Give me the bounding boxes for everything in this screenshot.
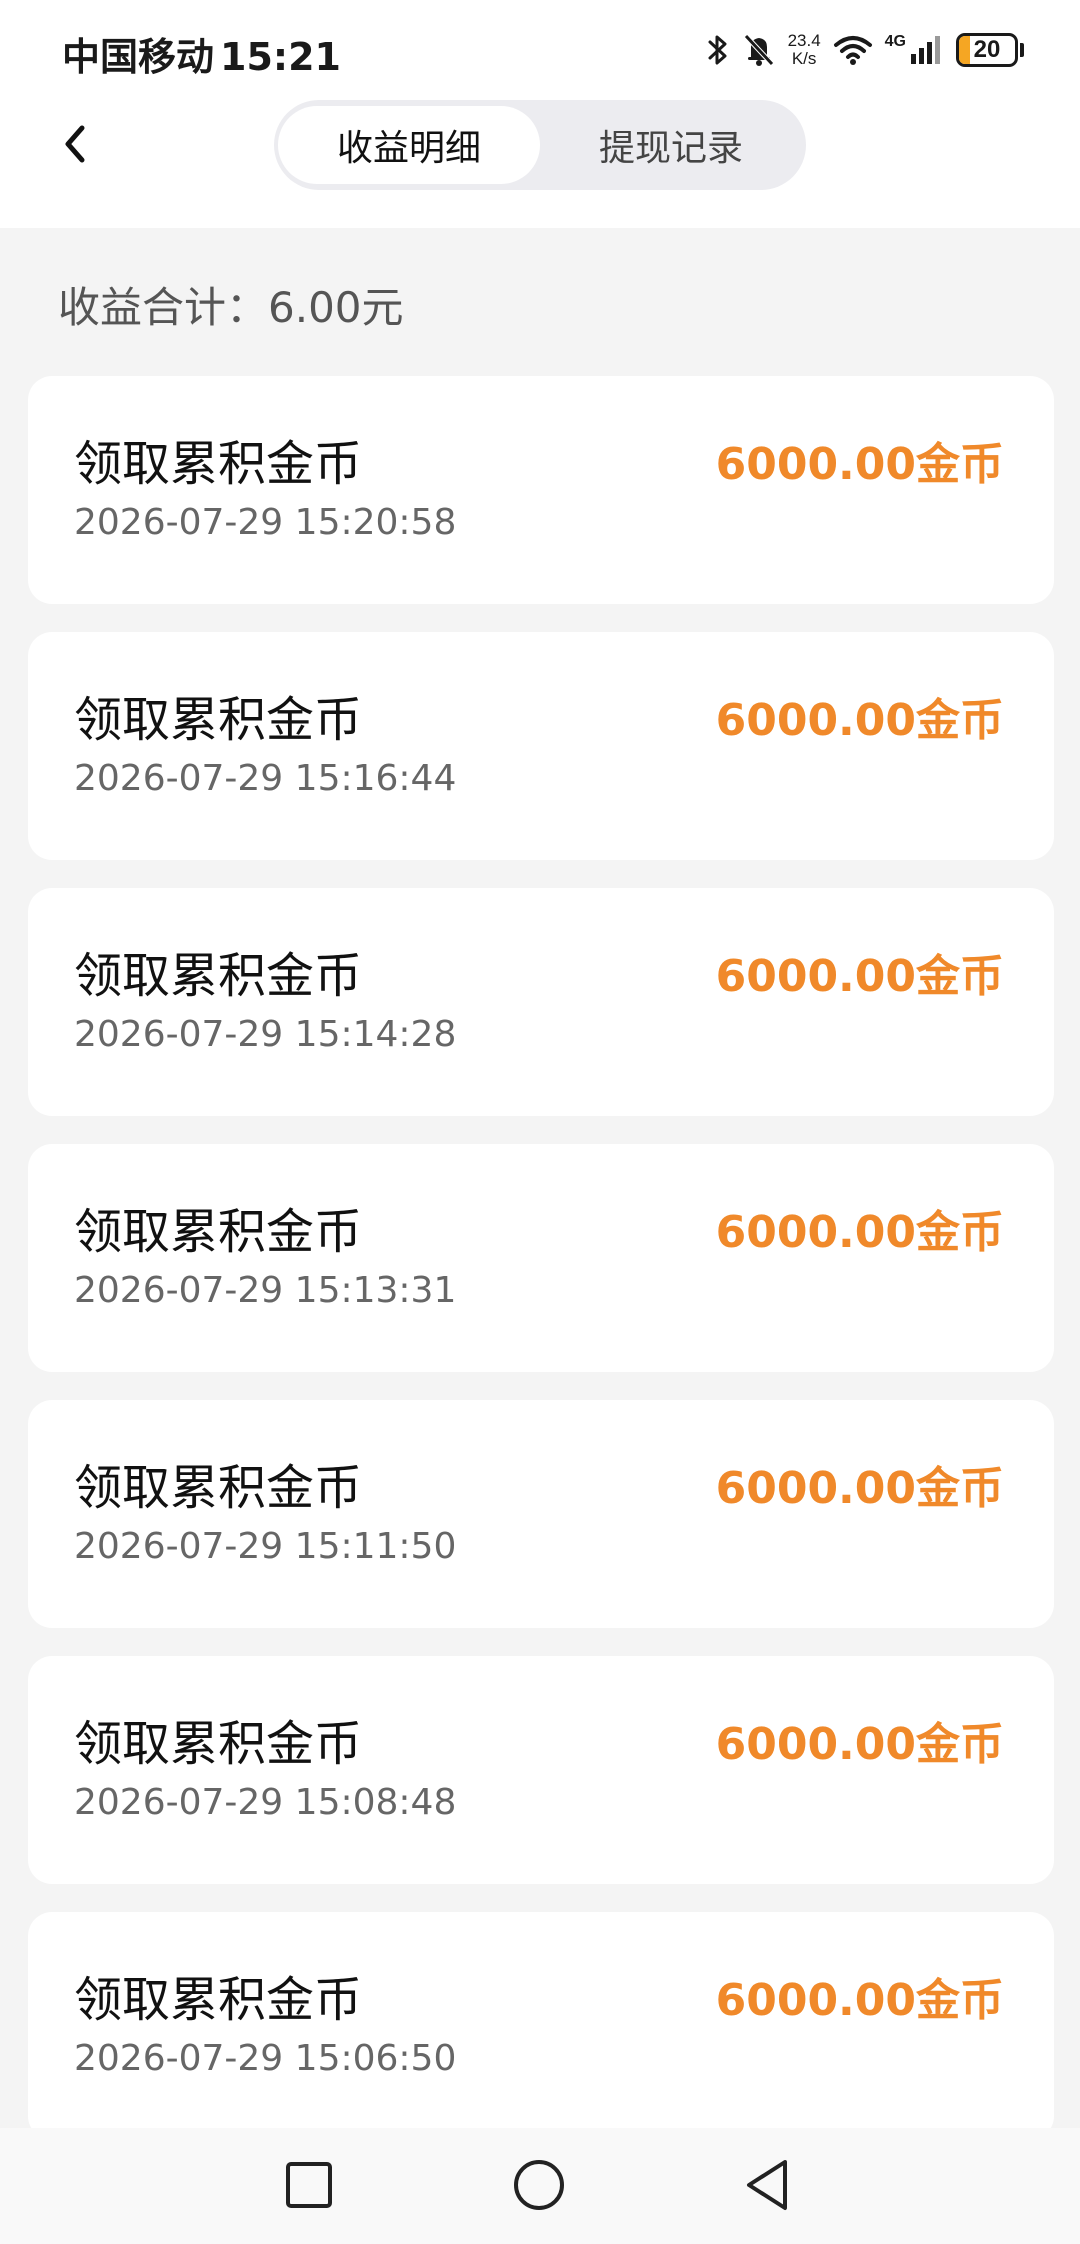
- carrier-time: 中国移动 15:21: [62, 26, 341, 81]
- recents-icon: [284, 2160, 334, 2214]
- record-amount: 6000.00金币: [715, 695, 1004, 746]
- record-title: 领取累积金币: [74, 1972, 363, 2028]
- record-time: 2026-07-29 15:13:31: [74, 1270, 457, 1311]
- home-button[interactable]: [504, 2152, 574, 2222]
- bluetooth-icon: [706, 32, 730, 68]
- nav-header: 收益明细 提现记录: [0, 100, 1080, 228]
- tab-earnings-detail[interactable]: 收益明细: [278, 106, 540, 184]
- record-amount: 6000.00金币: [715, 439, 1004, 490]
- tab-withdrawal-records[interactable]: 提现记录: [540, 106, 802, 184]
- status-bar: 中国移动 15:21 23.4 K/s 4G 20: [0, 0, 1080, 100]
- battery-indicator: 20: [956, 33, 1024, 67]
- back-button[interactable]: [44, 114, 108, 178]
- back-triangle-icon: [741, 2157, 793, 2217]
- battery-icon: 20: [956, 33, 1018, 67]
- network-speed-unit: K/s: [791, 49, 817, 68]
- record-time: 2026-07-29 15:08:48: [74, 1782, 457, 1823]
- record-card: 领取累积金币 2026-07-29 15:08:48 6000.00金币: [28, 1656, 1054, 1884]
- record-time: 2026-07-29 15:06:50: [74, 2038, 457, 2079]
- record-title: 领取累积金币: [74, 948, 363, 1004]
- battery-level: 20: [973, 36, 1001, 63]
- tab-switcher: 收益明细 提现记录: [274, 100, 806, 190]
- network-type: 4G: [884, 33, 906, 50]
- clock: 15:21: [220, 35, 341, 79]
- record-card: 领取累积金币 2026-07-29 15:06:50 6000.00金币: [28, 1912, 1054, 2140]
- record-time: 2026-07-29 15:20:58: [74, 502, 457, 543]
- record-time: 2026-07-29 15:16:44: [74, 758, 457, 799]
- chevron-left-icon: [56, 120, 96, 172]
- battery-fill: [959, 36, 971, 64]
- record-title: 领取累积金币: [74, 436, 363, 492]
- record-amount: 6000.00金币: [715, 1975, 1004, 2026]
- wifi-icon: [833, 33, 873, 67]
- record-amount: 6000.00金币: [715, 1463, 1004, 1514]
- record-amount: 6000.00金币: [715, 951, 1004, 1002]
- record-amount: 6000.00金币: [715, 1207, 1004, 1258]
- record-amount: 6000.00金币: [715, 1719, 1004, 1770]
- record-card: 领取累积金币 2026-07-29 15:11:50 6000.00金币: [28, 1400, 1054, 1628]
- network-speed: 23.4 K/s: [788, 32, 821, 68]
- record-time: 2026-07-29 15:14:28: [74, 1014, 457, 1055]
- status-icons: 23.4 K/s 4G 20: [706, 28, 1024, 72]
- record-title: 领取累积金币: [74, 692, 363, 748]
- record-time: 2026-07-29 15:11:50: [74, 1526, 457, 1567]
- record-title: 领取累积金币: [74, 1204, 363, 1260]
- record-list: 领取累积金币 2026-07-29 15:20:58 6000.00金币 领取累…: [28, 376, 1054, 2168]
- mute-icon: [742, 32, 776, 68]
- signal-icon: [910, 34, 944, 66]
- system-back-button[interactable]: [732, 2152, 802, 2222]
- earnings-summary: 收益合计：6.00元: [58, 274, 404, 335]
- record-title: 领取累积金币: [74, 1460, 363, 1516]
- record-card: 领取累积金币 2026-07-29 15:16:44 6000.00金币: [28, 632, 1054, 860]
- network-speed-value: 23.4: [787, 31, 821, 50]
- system-nav-bar: [0, 2128, 1080, 2244]
- summary-label: 收益合计：: [58, 283, 269, 332]
- battery-tip: [1020, 43, 1024, 57]
- recents-button[interactable]: [274, 2152, 344, 2222]
- record-card: 领取累积金币 2026-07-29 15:14:28 6000.00金币: [28, 888, 1054, 1116]
- record-card: 领取累积金币 2026-07-29 15:13:31 6000.00金币: [28, 1144, 1054, 1372]
- carrier-name: 中国移动: [62, 35, 215, 79]
- record-title: 领取累积金币: [74, 1716, 363, 1772]
- summary-value: 6.00元: [268, 283, 404, 332]
- record-card: 领取累积金币 2026-07-29 15:20:58 6000.00金币: [28, 376, 1054, 604]
- home-icon: [511, 2157, 567, 2217]
